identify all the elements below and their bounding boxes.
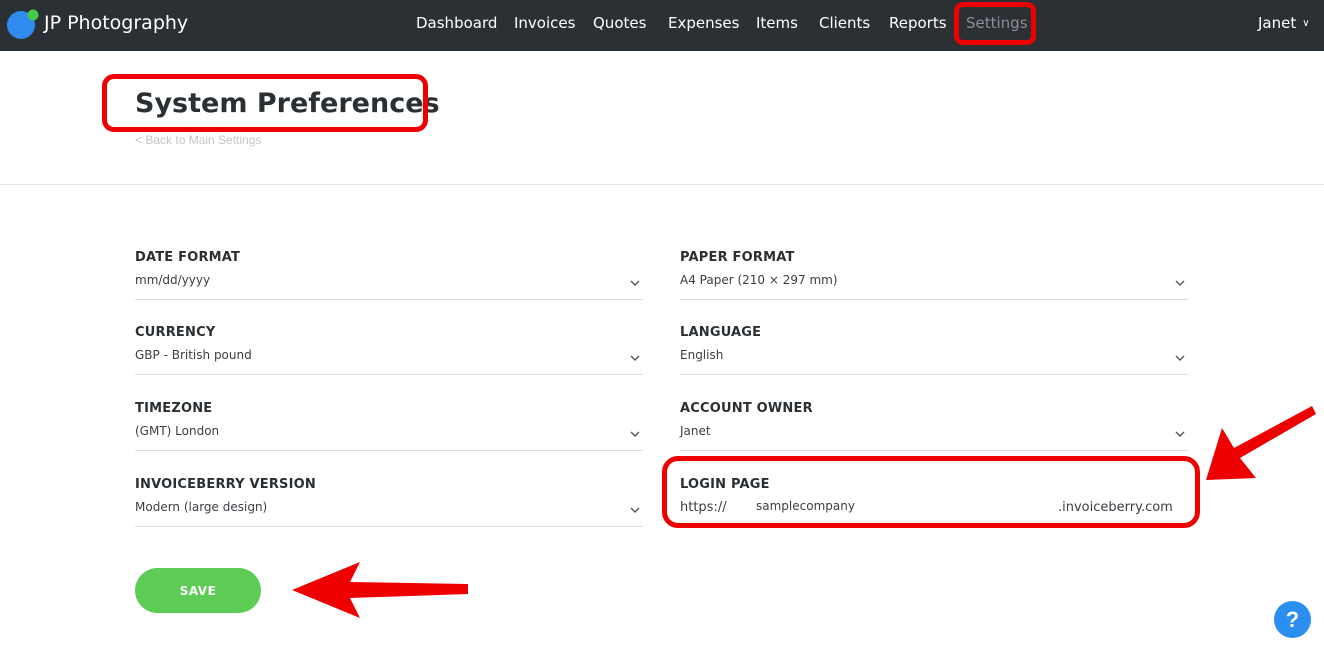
logo-icon[interactable] [6, 8, 40, 40]
date-format-field: DATE FORMAT mm/dd/yyyy [135, 250, 643, 300]
nav-item-items[interactable]: Items [756, 14, 798, 32]
save-button[interactable]: SAVE [135, 568, 261, 613]
nav-item-quotes[interactable]: Quotes [593, 14, 646, 32]
header-divider [0, 184, 1324, 185]
nav-item-clients[interactable]: Clients [819, 14, 870, 32]
paper-format-label: PAPER FORMAT [680, 250, 795, 265]
currency-value: GBP - British pound [135, 348, 252, 362]
timezone-value: (GMT) London [135, 424, 220, 438]
timezone-select[interactable]: (GMT) London [135, 424, 643, 451]
paper-format-select[interactable]: A4 Paper (210 × 297 mm) [680, 273, 1188, 300]
chevron-down-icon [1175, 431, 1185, 437]
date-format-value: mm/dd/yyyy [135, 273, 211, 287]
version-select[interactable]: Modern (large design) [135, 500, 643, 527]
login-page-label: LOGIN PAGE [680, 477, 770, 492]
version-label: INVOICEBERRY VERSION [135, 477, 316, 492]
page-title: System Preferences [135, 88, 440, 119]
top-navigation-bar: JP Photography Dashboard Invoices Quotes… [0, 0, 1324, 51]
arrow-to-login-page-icon [1206, 406, 1316, 480]
language-value: English [680, 348, 724, 362]
login-url-suffix: .invoiceberry.com [1058, 500, 1173, 515]
chevron-down-icon [630, 507, 640, 513]
login-url-prefix: https:// [680, 500, 727, 515]
language-select[interactable]: English [680, 348, 1188, 375]
account-owner-label: ACCOUNT OWNER [680, 401, 813, 416]
date-format-select[interactable]: mm/dd/yyyy [135, 273, 643, 300]
user-menu[interactable]: Janet ∨ [1258, 14, 1310, 32]
arrow-to-save-button-icon [292, 562, 468, 618]
nav-item-expenses[interactable]: Expenses [668, 14, 739, 32]
currency-label: CURRENCY [135, 325, 216, 340]
nav-item-invoices[interactable]: Invoices [514, 14, 575, 32]
nav-item-reports[interactable]: Reports [889, 14, 947, 32]
chevron-down-icon [630, 280, 640, 286]
back-to-main-settings-link[interactable]: < Back to Main Settings [135, 133, 261, 147]
paper-format-value: A4 Paper (210 × 297 mm) [680, 273, 838, 287]
paper-format-field: PAPER FORMAT A4 Paper (210 × 297 mm) [680, 250, 1188, 300]
timezone-field: TIMEZONE (GMT) London [135, 401, 643, 451]
user-name: Janet [1258, 14, 1297, 32]
chevron-down-icon [630, 355, 640, 361]
login-subdomain-input[interactable] [756, 499, 1056, 513]
date-format-label: DATE FORMAT [135, 250, 241, 265]
account-owner-value: Janet [680, 424, 711, 438]
chevron-down-icon [630, 431, 640, 437]
account-owner-select[interactable]: Janet [680, 424, 1188, 451]
account-owner-field: ACCOUNT OWNER Janet [680, 401, 1188, 451]
nav-item-dashboard[interactable]: Dashboard [416, 14, 497, 32]
chevron-down-icon [1175, 355, 1185, 361]
language-field: LANGUAGE English [680, 325, 1188, 375]
login-page-url: https:// .invoiceberry.com [680, 499, 1188, 522]
language-label: LANGUAGE [680, 325, 762, 340]
brand-name[interactable]: JP Photography [44, 12, 188, 34]
version-value: Modern (large design) [135, 500, 268, 514]
chevron-down-icon [1175, 280, 1185, 286]
version-field: INVOICEBERRY VERSION Modern (large desig… [135, 477, 643, 527]
help-button[interactable]: ? [1274, 601, 1311, 638]
currency-select[interactable]: GBP - British pound [135, 348, 643, 375]
login-page-field: LOGIN PAGE https:// .invoiceberry.com [680, 477, 1188, 522]
currency-field: CURRENCY GBP - British pound [135, 325, 643, 375]
nav-item-settings[interactable]: Settings [966, 14, 1028, 32]
timezone-label: TIMEZONE [135, 401, 213, 416]
chevron-down-icon: ∨ [1302, 18, 1310, 29]
